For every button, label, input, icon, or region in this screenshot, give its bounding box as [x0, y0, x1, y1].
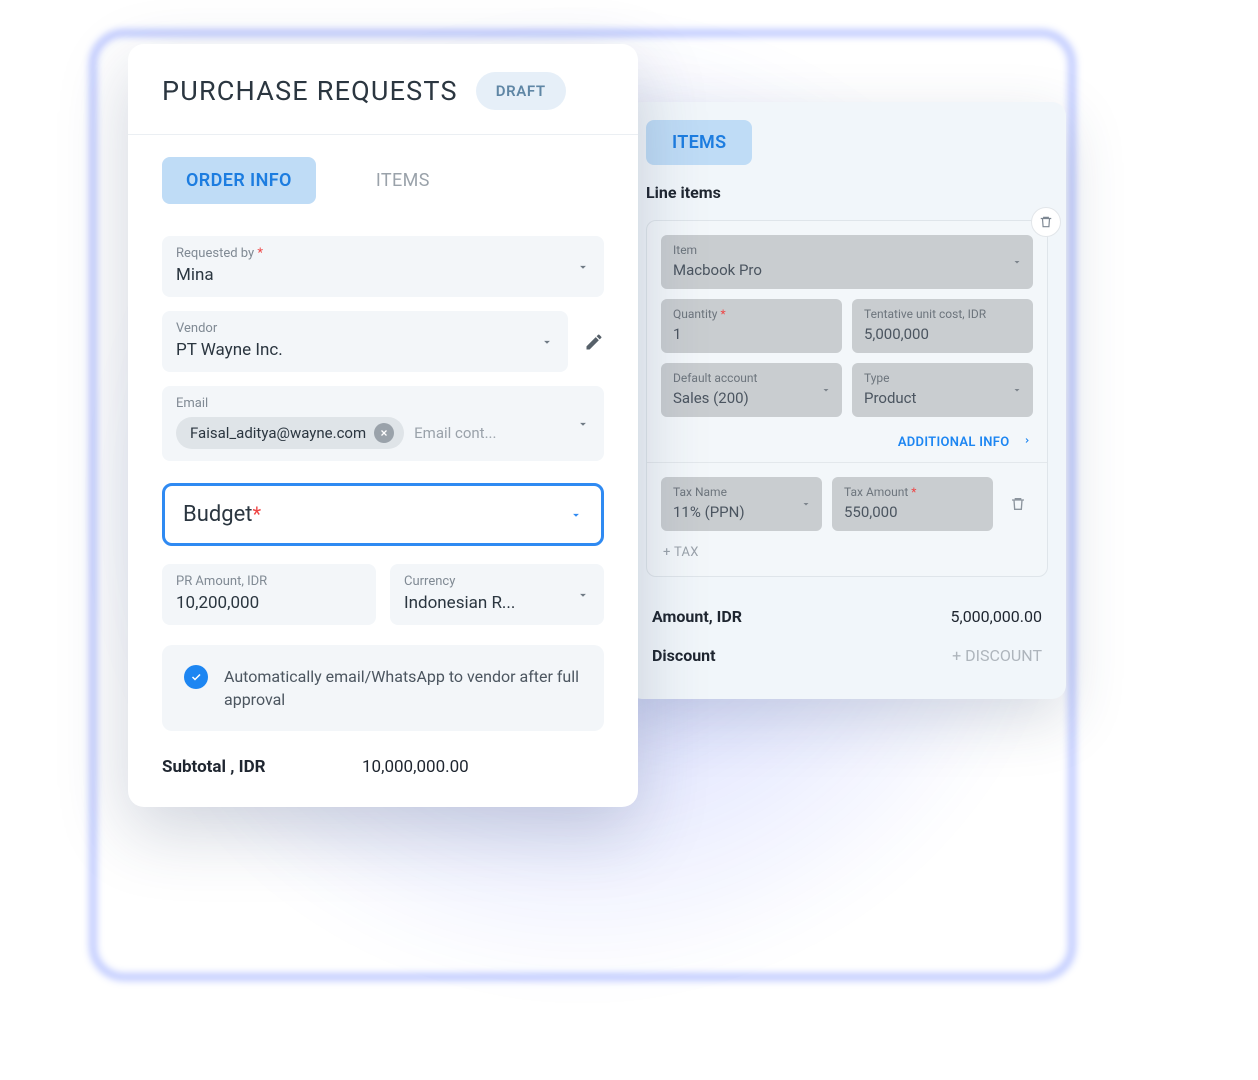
- chevron-right-icon: [1023, 435, 1031, 450]
- default-account-value: Sales (200): [673, 389, 749, 407]
- discount-label: Discount: [652, 646, 716, 665]
- tax-amount-value: 550,000: [844, 503, 898, 521]
- tax-name-value: 11% (PPN): [673, 503, 745, 521]
- additional-info-label: ADDITIONAL INFO: [898, 435, 1010, 450]
- subtotal-label: Subtotal , IDR: [162, 757, 362, 777]
- requested-by-label: Requested by *: [176, 246, 590, 261]
- currency-value: Indonesian R...: [404, 593, 515, 613]
- item-value: Macbook Pro: [673, 261, 762, 279]
- email-field[interactable]: Email Faisal_aditya@wayne.com Email cont…: [162, 386, 604, 461]
- additional-info-link[interactable]: ADDITIONAL INFO: [661, 435, 1031, 450]
- pr-amount-label: PR Amount, IDR: [176, 574, 362, 589]
- currency-label: Currency: [404, 574, 590, 589]
- auto-notify-toggle[interactable]: Automatically email/WhatsApp to vendor a…: [162, 645, 604, 731]
- status-badge: DRAFT: [476, 72, 566, 110]
- auto-notify-text: Automatically email/WhatsApp to vendor a…: [224, 665, 582, 711]
- tax-name-select[interactable]: Tax Name 11% (PPN): [661, 477, 822, 531]
- item-select[interactable]: Item Macbook Pro: [661, 235, 1033, 289]
- divider: [647, 462, 1047, 463]
- default-account-select[interactable]: Default account Sales (200): [661, 363, 842, 417]
- caret-down-icon: [1011, 384, 1023, 396]
- tab-items-label: ITEMS: [376, 170, 430, 191]
- unit-cost-value: 5,000,000: [864, 325, 929, 343]
- item-label: Item: [673, 243, 1021, 257]
- unit-cost-input[interactable]: Tentative unit cost, IDR 5,000,000: [852, 299, 1033, 353]
- amount-label: Amount, IDR: [652, 607, 742, 626]
- tab-items-right-label: ITEMS: [672, 132, 726, 153]
- caret-down-icon: [576, 417, 590, 431]
- type-value: Product: [864, 389, 916, 407]
- tab-items-right[interactable]: ITEMS: [646, 120, 752, 165]
- budget-label: Budget*: [183, 502, 261, 527]
- email-chip-text: Faisal_aditya@wayne.com: [190, 424, 366, 442]
- caret-down-icon: [1011, 256, 1023, 268]
- requested-by-select[interactable]: Requested by * Mina: [162, 236, 604, 297]
- caret-down-icon: [800, 498, 812, 510]
- quantity-value: 1: [673, 325, 681, 343]
- caret-down-icon: [820, 384, 832, 396]
- tab-order-info[interactable]: ORDER INFO: [162, 157, 316, 204]
- totals-block: Amount, IDR 5,000,000.00 Discount + DISC…: [646, 577, 1048, 699]
- page-title: PURCHASE REQUESTS: [162, 75, 458, 107]
- vendor-label: Vendor: [176, 321, 554, 336]
- email-placeholder: Email cont...: [414, 424, 496, 442]
- line-item-card: Item Macbook Pro Quantity * 1 Tentative …: [646, 220, 1048, 577]
- unit-cost-label: Tentative unit cost, IDR: [864, 307, 1021, 321]
- edit-vendor-button[interactable]: [584, 332, 604, 352]
- pr-amount-input[interactable]: PR Amount, IDR 10,200,000: [162, 564, 376, 625]
- subtotal-value: 10,000,000.00: [362, 757, 469, 777]
- tab-items[interactable]: ITEMS: [376, 157, 430, 204]
- amount-value: 5,000,000.00: [951, 607, 1042, 626]
- vendor-value: PT Wayne Inc.: [176, 340, 283, 360]
- email-chip: Faisal_aditya@wayne.com: [176, 417, 404, 449]
- quantity-label: Quantity *: [673, 307, 830, 321]
- caret-down-icon: [576, 260, 590, 274]
- type-select[interactable]: Type Product: [852, 363, 1033, 417]
- pr-amount-value: 10,200,000: [176, 593, 259, 613]
- tax-name-label: Tax Name: [673, 485, 810, 499]
- delete-tax-button[interactable]: [1003, 477, 1033, 531]
- trash-icon: [1010, 496, 1026, 512]
- quantity-input[interactable]: Quantity * 1: [661, 299, 842, 353]
- trash-icon: [1039, 215, 1053, 229]
- caret-down-icon: [569, 508, 583, 522]
- type-label: Type: [864, 371, 1021, 385]
- email-label: Email: [176, 396, 590, 411]
- tax-amount-input[interactable]: Tax Amount * 550,000: [832, 477, 993, 531]
- close-icon: [379, 428, 389, 438]
- add-tax-button[interactable]: + TAX: [663, 545, 1033, 560]
- pencil-icon: [584, 332, 604, 352]
- add-tax-label: + TAX: [663, 545, 699, 560]
- purchase-request-card: PURCHASE REQUESTS DRAFT ORDER INFO ITEMS…: [128, 44, 638, 807]
- currency-select[interactable]: Currency Indonesian R...: [390, 564, 604, 625]
- check-circle-icon: [184, 665, 208, 689]
- requested-by-value: Mina: [176, 265, 214, 285]
- items-panel: ITEMS Line items Item Macbook Pro Quanti…: [628, 102, 1066, 699]
- caret-down-icon: [540, 335, 554, 349]
- line-items-heading: Line items: [646, 183, 1048, 202]
- default-account-label: Default account: [673, 371, 830, 385]
- caret-down-icon: [576, 588, 590, 602]
- tab-order-info-label: ORDER INFO: [186, 170, 292, 191]
- remove-email-chip-button[interactable]: [374, 423, 394, 443]
- budget-select[interactable]: Budget*: [162, 483, 604, 546]
- tax-amount-label: Tax Amount *: [844, 485, 981, 499]
- delete-line-item-button[interactable]: [1031, 207, 1061, 237]
- add-discount-button[interactable]: + DISCOUNT: [952, 646, 1042, 665]
- vendor-select[interactable]: Vendor PT Wayne Inc.: [162, 311, 568, 372]
